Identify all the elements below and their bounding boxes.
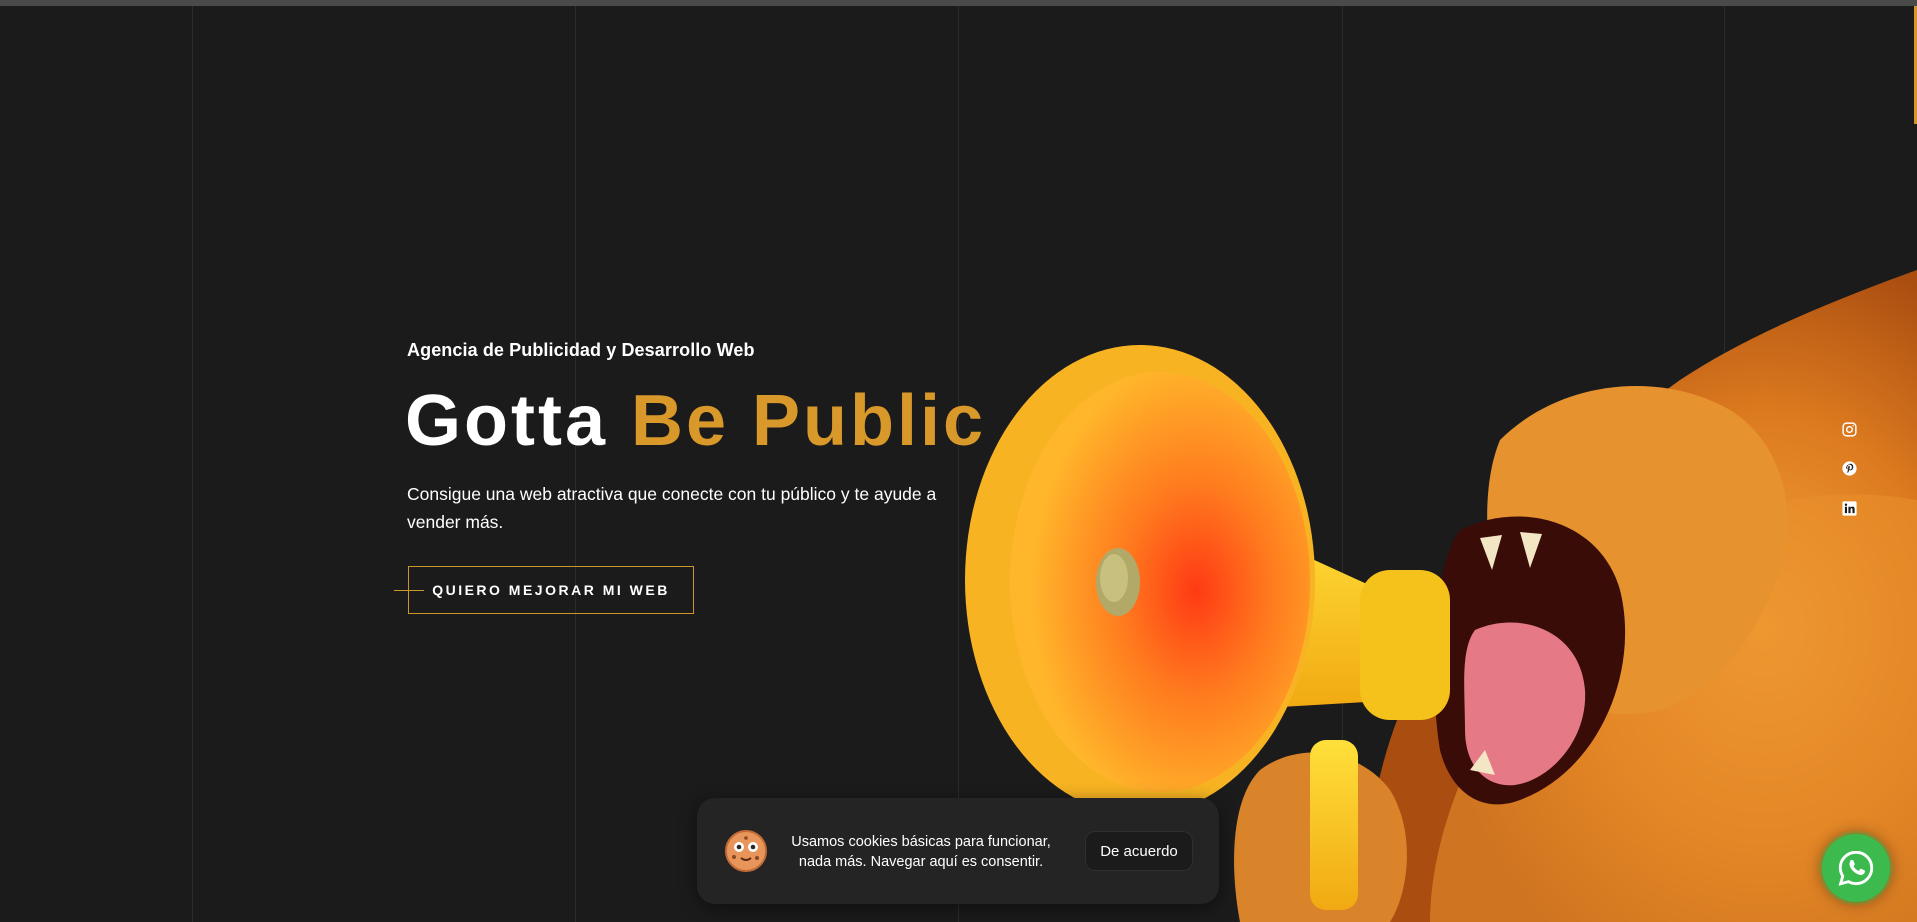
instagram-icon[interactable] [1838, 418, 1860, 440]
whatsapp-button[interactable] [1822, 834, 1890, 902]
cookie-message: Usamos cookies básicas para funcionar, n… [791, 834, 1051, 870]
cookie-banner: Usamos cookies básicas para funcionar, n… [697, 798, 1219, 904]
hero-lead-text: Consigue una web atractiva que conecte c… [407, 484, 937, 532]
hero-headline: Gotta Be Public [405, 378, 986, 464]
hero-eyebrow: Agencia de Publicidad y Desarrollo Web [407, 340, 755, 360]
cookie-accept-button[interactable]: De acuerdo [1085, 831, 1193, 871]
page: Agencia de Publicidad y Desarrollo Web G… [0, 0, 1917, 922]
cta-button[interactable]: QUIERO MEJORAR MI WEB [408, 566, 694, 614]
grid-line [192, 6, 193, 922]
cookie-icon [725, 830, 767, 872]
linkedin-icon[interactable] [1838, 497, 1860, 519]
grid-line [575, 6, 576, 922]
grid-line [958, 6, 959, 922]
pinterest-icon[interactable] [1838, 457, 1860, 479]
whatsapp-icon [1838, 850, 1874, 886]
headline-part-accent: Be Public [630, 381, 987, 461]
headline-part-white: Gotta [405, 381, 631, 461]
